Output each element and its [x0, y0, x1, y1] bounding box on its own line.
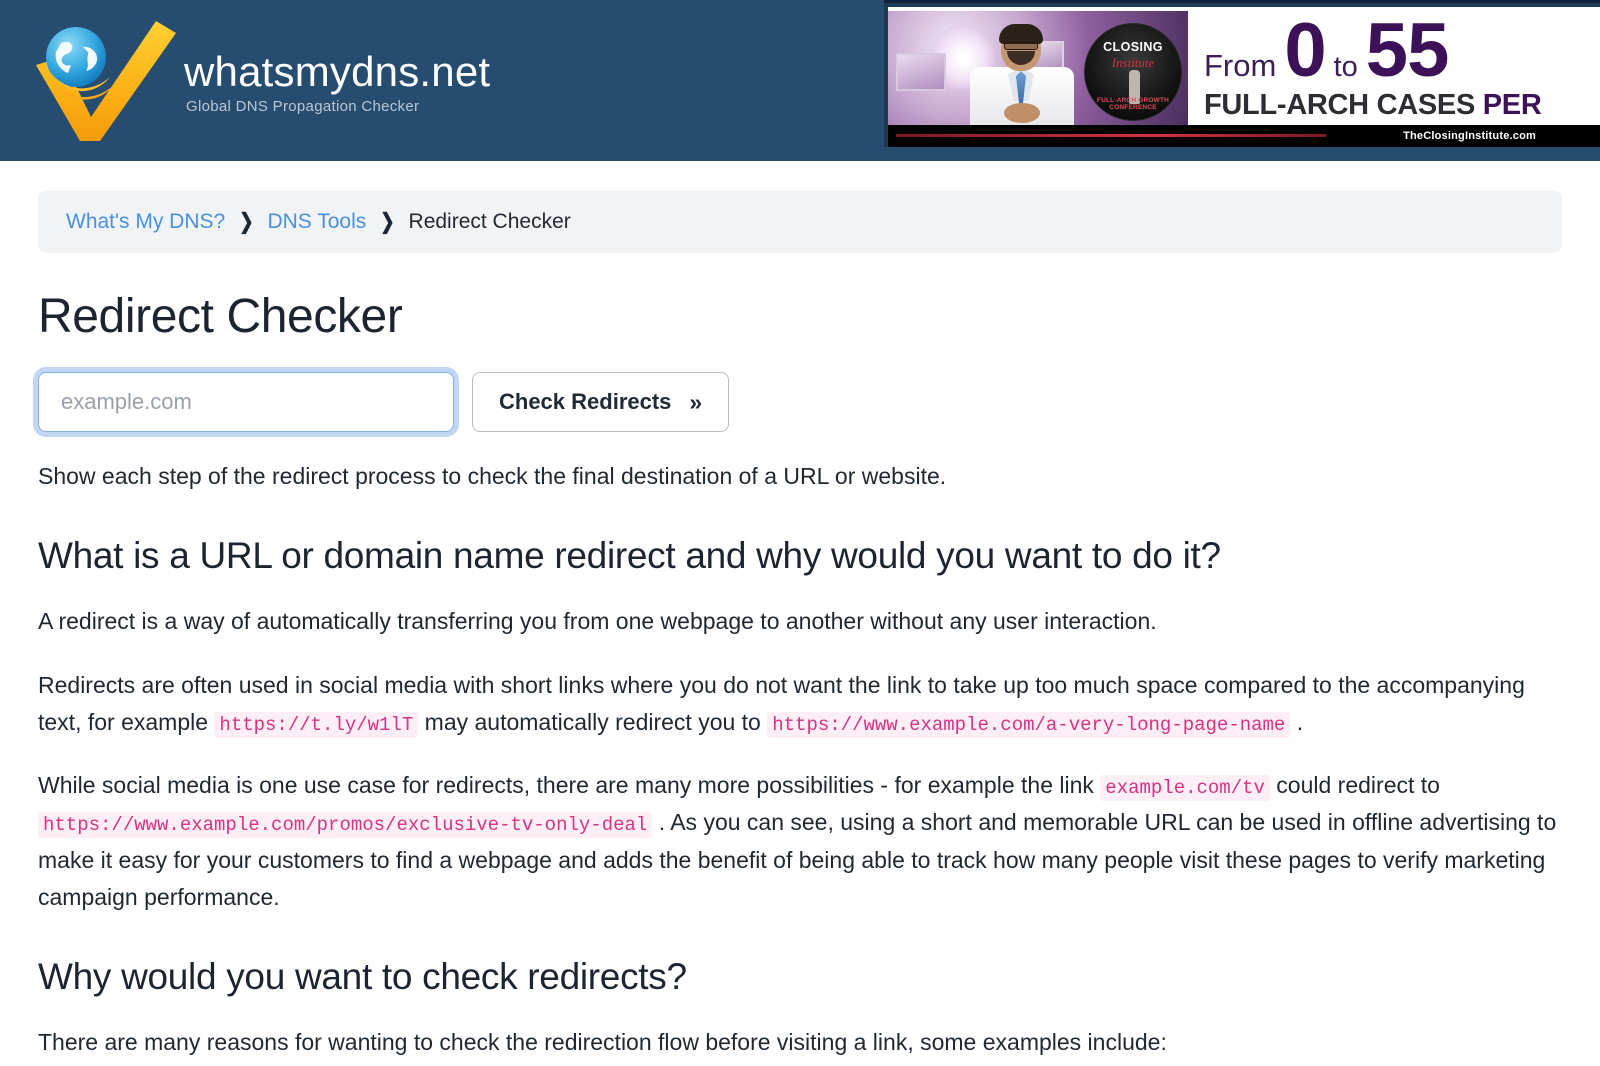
section-heading-what-is-redirect: What is a URL or domain name redirect an… — [38, 535, 1221, 577]
breadcrumb-chevron-icon: ❯ — [380, 209, 395, 234]
breadcrumb-item-dns-tools[interactable]: DNS Tools — [267, 210, 366, 234]
text-fragment: . — [1290, 708, 1304, 735]
text-fragment: may automatically redirect you to — [418, 708, 768, 735]
paragraph-offline-advertising: While social media is one use case for r… — [38, 767, 1562, 916]
ad-footer: TheClosingInstitute.com — [888, 125, 1600, 147]
paragraph-redirect-definition: A redirect is a way of automatically tra… — [38, 608, 1157, 635]
double-chevron-right-icon: » — [689, 388, 703, 415]
ad-footer-url: TheClosingInstitute.com — [1403, 130, 1536, 142]
check-redirects-button[interactable]: Check Redirects » — [472, 372, 730, 432]
ad-brand-tagline: FULL-ARCH GROWTH CONFERENCE — [1096, 97, 1170, 111]
advertisement-banner[interactable]: CLOSING Institute FULL-ARCH GROWTH CONFE… — [884, 0, 1600, 147]
ad-number-start: 0 — [1284, 8, 1326, 93]
page-title: Redirect Checker — [38, 290, 403, 343]
code-vanity-url: example.com/tv — [1100, 775, 1270, 801]
check-redirects-label: Check Redirects — [499, 389, 672, 414]
breadcrumb: What's My DNS? ❯ DNS Tools ❯ Redirect Ch… — [38, 191, 1562, 253]
ad-from-label: From — [1204, 48, 1277, 83]
code-long-url: https://www.example.com/a-very-long-page… — [767, 711, 1291, 738]
paragraph-social-media-redirects: Redirects are often used in social media… — [38, 667, 1562, 742]
ad-photo: CLOSING Institute FULL-ARCH GROWTH CONFE… — [888, 11, 1188, 129]
domain-input[interactable] — [39, 373, 453, 431]
site-logo-link[interactable]: whatsmydns.net Global DNS Propagation Ch… — [0, 13, 490, 148]
text-fragment: could redirect to — [1269, 772, 1440, 798]
globe-checkmark-logo-icon — [28, 13, 178, 148]
code-promo-url: https://www.example.com/promos/exclusive… — [38, 812, 653, 839]
code-short-link: https://t.ly/w1lT — [214, 711, 419, 738]
ad-headline-plain: FULL-ARCH CASES — [1204, 89, 1483, 122]
logo-title: whatsmydns.net — [184, 48, 491, 96]
breadcrumb-item-home[interactable]: What's My DNS? — [66, 210, 225, 234]
ad-presenter-figure — [964, 24, 1082, 129]
site-header: whatsmydns.net Global DNS Propagation Ch… — [0, 0, 1600, 161]
ad-brand-title: CLOSING — [1103, 40, 1163, 54]
page-container: What's My DNS? ❯ DNS Tools ❯ Redirect Ch… — [0, 191, 1600, 1061]
breadcrumb-item-current: Redirect Checker — [408, 210, 571, 233]
breadcrumb-chevron-icon: ❯ — [239, 209, 254, 234]
ad-headline-accent: PER — [1482, 89, 1542, 122]
ad-brand-badge: CLOSING Institute FULL-ARCH GROWTH CONFE… — [1084, 23, 1182, 121]
ad-brand-script: Institute — [1111, 55, 1155, 70]
section-heading-why-check-redirects: Why would you want to check redirects? — [38, 956, 687, 997]
tool-description: Show each step of the redirect process t… — [38, 463, 947, 489]
logo-subtitle: Global DNS Propagation Checker — [186, 97, 420, 115]
redirect-checker-form: Check Redirects » — [38, 372, 1562, 432]
text-fragment: While social media is one use case for r… — [38, 772, 1101, 798]
domain-input-wrapper[interactable] — [38, 372, 454, 432]
ad-number-end: 55 — [1365, 8, 1450, 93]
ad-monitor-left — [896, 53, 946, 91]
ad-headline: FULL-ARCH CASES PER — [1204, 89, 1600, 122]
ad-footer-rule — [896, 134, 1326, 137]
ad-to-label: to — [1333, 51, 1358, 83]
paragraph-reasons-intro: There are many reasons for wanting to ch… — [38, 1029, 1167, 1055]
